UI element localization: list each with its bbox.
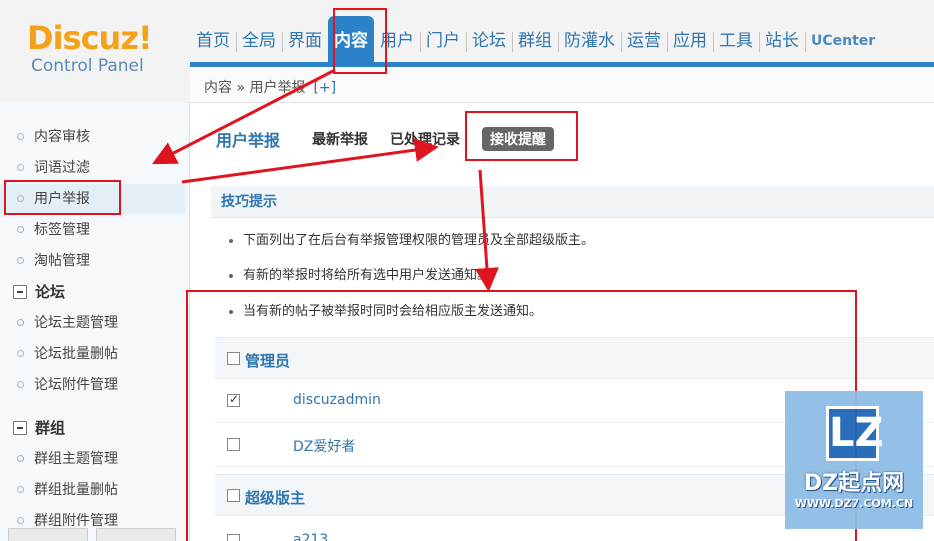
sidebar-item-label: 内容审核 (34, 129, 90, 145)
tip-item: 下面列出了在后台有举报管理权限的管理员及全部超级版主。 (229, 230, 594, 252)
nav-operation[interactable]: 运营 (621, 16, 667, 64)
sidebar-item-label: 论坛批量删帖 (34, 346, 118, 362)
sidebar-item-tags[interactable]: 标签管理 (0, 215, 185, 245)
scroll-up-button[interactable] (8, 528, 88, 541)
logo[interactable]: Discuz! Control Panel (27, 19, 153, 76)
nav-group[interactable]: 群组 (512, 16, 558, 64)
bullet-icon (229, 239, 233, 243)
annotation-box-tab (465, 111, 578, 161)
collapse-icon[interactable] (13, 421, 27, 435)
tips-header: 技巧提示 (211, 186, 934, 218)
watermark-url: WWW.DZ7.COM.CN (794, 497, 914, 510)
sidebar-item-group-prune[interactable]: 群组批量删帖 (0, 475, 185, 505)
sidebar-item-word-filter[interactable]: 词语过滤 (0, 153, 185, 183)
nav-founder[interactable]: 站长 (759, 16, 805, 64)
sidebar-item-group-threads[interactable]: 群组主题管理 (0, 444, 185, 474)
collapse-icon[interactable] (13, 285, 27, 299)
logo-subtitle: Control Panel (31, 56, 144, 76)
sidebar: 内容审核 词语过滤 用户举报 标签管理 淘帖管理 论坛 论坛主题管理 论坛批量删… (0, 103, 190, 541)
tip-item: 有新的举报时将给所有选中用户发送通知。 (229, 265, 490, 287)
tip-text: 有新的举报时将给所有选中用户发送通知。 (243, 268, 491, 283)
bullet-icon (229, 274, 233, 278)
bullet-icon (17, 133, 24, 140)
annotation-box-nav (333, 8, 387, 74)
sidebar-group-group[interactable]: 群组 (13, 413, 65, 443)
sidebar-item-label: 群组附件管理 (34, 513, 118, 529)
sidebar-item-label: 词语过滤 (34, 160, 90, 176)
tab-processed[interactable]: 已处理记录 (390, 129, 460, 149)
bullet-icon (17, 381, 24, 388)
watermark-title: DZ起点网 (803, 471, 905, 496)
bullet-icon (17, 350, 24, 357)
bullet-icon (17, 257, 24, 264)
sidebar-item-forum-threads[interactable]: 论坛主题管理 (0, 308, 185, 338)
bullet-icon (17, 455, 24, 462)
sidebar-item-label: 标签管理 (34, 222, 90, 238)
sidebar-item-forum-prune[interactable]: 论坛批量删帖 (0, 339, 185, 369)
sidebar-item-label: 群组主题管理 (34, 451, 118, 467)
nav-portal[interactable]: 门户 (420, 16, 466, 64)
watermark: LZ DZ起点网 WWW.DZ7.COM.CN (785, 391, 923, 529)
nav-tools[interactable]: 工具 (713, 16, 759, 64)
nav-style[interactable]: 界面 (282, 16, 328, 64)
nav-global[interactable]: 全局 (236, 16, 282, 64)
page-title: 用户举报 (216, 131, 281, 150)
nav-antispam[interactable]: 防灌水 (558, 16, 621, 64)
annotation-box-content (186, 290, 857, 541)
nav-home[interactable]: 首页 (190, 16, 236, 64)
nav-forum[interactable]: 论坛 (466, 16, 512, 64)
top-nav: 首页 全局 界面 内容 用户 门户 论坛 群组 防灌水 运营 应用 工具 站长 … (190, 16, 881, 64)
sidebar-group-label: 群组 (35, 419, 66, 437)
sidebar-item-label: 淘帖管理 (34, 253, 90, 269)
tip-text: 下面列出了在后台有举报管理权限的管理员及全部超级版主。 (243, 233, 595, 248)
annotation-box-sidebar (4, 180, 121, 215)
bullet-icon (17, 164, 24, 171)
sidebar-item-label: 论坛主题管理 (34, 315, 118, 331)
nav-ucenter[interactable]: UCenter (805, 16, 881, 64)
bullet-icon (17, 319, 24, 326)
add-shortcut-button[interactable]: [+] (313, 80, 336, 96)
header: Discuz! Control Panel 首页 全局 界面 内容 用户 门户 … (0, 0, 934, 103)
tab-latest-reports[interactable]: 最新举报 (312, 129, 368, 149)
sidebar-item-label: 论坛附件管理 (34, 377, 118, 393)
watermark-logo-icon: LZ (826, 406, 884, 461)
bullet-icon (17, 226, 24, 233)
nav-apps[interactable]: 应用 (667, 16, 713, 64)
sidebar-item-collections[interactable]: 淘帖管理 (0, 246, 185, 276)
sidebar-item-forum-attachments[interactable]: 论坛附件管理 (0, 370, 185, 400)
bullet-icon (17, 486, 24, 493)
breadcrumb-path: 内容 » 用户举报 (204, 80, 306, 96)
bullet-icon (17, 517, 24, 524)
sidebar-item-moderation[interactable]: 内容审核 (0, 122, 185, 152)
sidebar-item-label: 群组批量删帖 (34, 482, 118, 498)
sidebar-group-label: 论坛 (35, 283, 66, 301)
sidebar-group-forum[interactable]: 论坛 (13, 277, 65, 307)
breadcrumb: 内容 » 用户举报 [+] (190, 67, 934, 103)
scroll-down-button[interactable] (96, 528, 176, 541)
logo-text: Discuz! (27, 19, 153, 57)
